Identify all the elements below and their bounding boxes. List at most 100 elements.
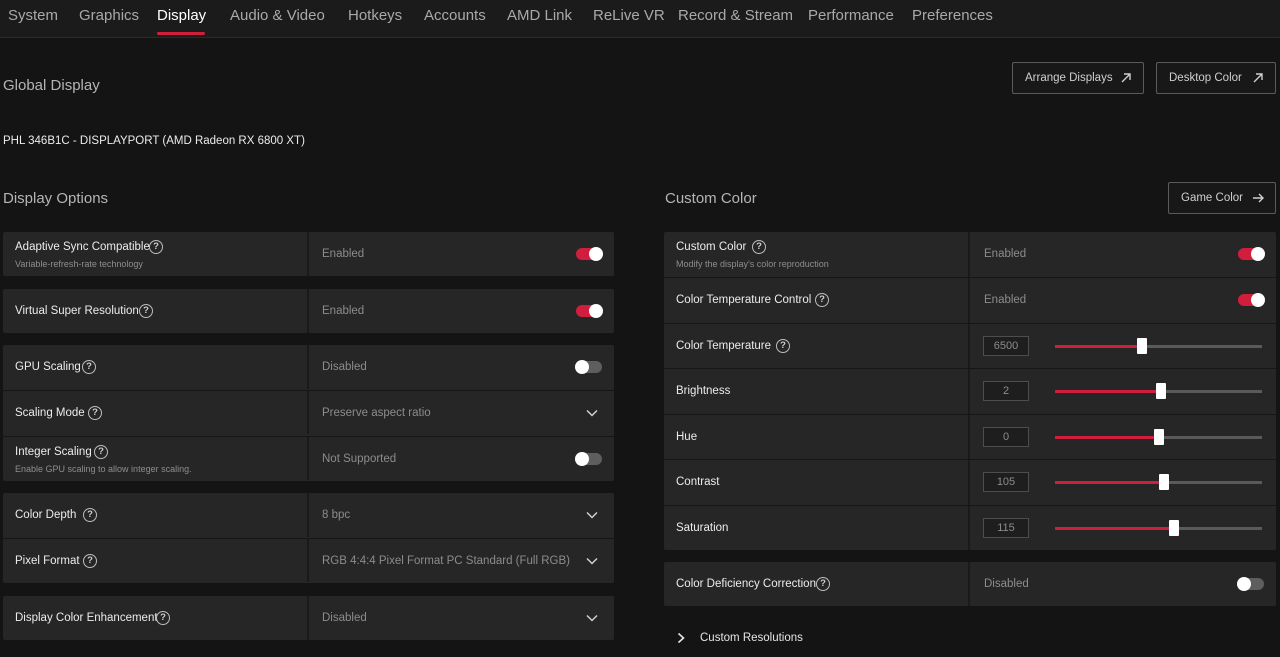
slider-value-box[interactable]: 6500 [983, 336, 1029, 356]
tab-audio-video[interactable]: Audio & Video [230, 7, 325, 24]
custom-color-title: Custom Color [665, 190, 757, 207]
monitor-name: PHL 346B1C - DISPLAYPORT (AMD Radeon RX … [3, 135, 305, 147]
pixel-format-value: RGB 4:4:4 Pixel Format PC Standard (Full… [322, 555, 570, 567]
adaptive-sync-panel: Adaptive Sync Compatible ? Variable-refr… [3, 232, 614, 276]
tab-amd-link[interactable]: AMD Link [507, 7, 572, 24]
slider-thumb[interactable] [1136, 338, 1147, 354]
temp-control-toggle[interactable] [1238, 293, 1265, 307]
slider-row: Saturation 115 [664, 505, 1276, 549]
help-icon[interactable]: ? [83, 554, 97, 568]
vsr-panel: Virtual Super Resolution ? Enabled [3, 289, 614, 333]
deficiency-panel: Color Deficiency Correction ? Disabled [664, 562, 1276, 606]
tab-accounts[interactable]: Accounts [424, 7, 486, 24]
custom-color-row: Custom Color ? Modify the display's colo… [664, 232, 1276, 276]
scaling-mode-row[interactable]: Scaling Mode ? Preserve aspect ratio [3, 390, 614, 434]
chevron-down-icon[interactable] [585, 508, 599, 522]
slider-value-box[interactable]: 105 [983, 472, 1029, 492]
pixel-format-row[interactable]: Pixel Format ? RGB 4:4:4 Pixel Format PC… [3, 538, 614, 582]
saturation-slider[interactable] [1055, 520, 1262, 536]
chevron-down-icon[interactable] [585, 406, 599, 420]
deficiency-row: Color Deficiency Correction ? Disabled [664, 562, 1276, 606]
color-enhancement-label: Display Color Enhancement [15, 612, 158, 624]
integer-scaling-value: Not Supported [322, 453, 397, 465]
slider-value-box[interactable]: 2 [983, 381, 1029, 401]
desktop-color-button[interactable]: Desktop Color [1156, 62, 1276, 94]
arrow-right-icon [1253, 193, 1264, 203]
slider-label: Contrast [676, 476, 720, 488]
deficiency-toggle[interactable] [1237, 577, 1264, 591]
color-depth-label: Color Depth [15, 509, 77, 521]
arrange-displays-label: Arrange Displays [1025, 72, 1113, 84]
scaling-mode-label: Scaling Mode [15, 407, 85, 419]
slider-value-box[interactable]: 0 [983, 427, 1029, 447]
color-depth-row[interactable]: Color Depth ? 8 bpc [3, 493, 614, 537]
scaling-mode-value: Preserve aspect ratio [322, 407, 431, 419]
slider-row: Hue 0 [664, 414, 1276, 458]
tab-record-stream[interactable]: Record & Stream [678, 7, 793, 24]
pixel-format-label: Pixel Format [15, 555, 80, 567]
external-arrow-icon [1253, 73, 1263, 83]
slider-thumb[interactable] [1169, 520, 1180, 536]
gpu-scaling-label: GPU Scaling [15, 361, 81, 373]
help-icon[interactable]: ? [94, 445, 108, 459]
tab-relive-vr[interactable]: ReLive VR [593, 7, 665, 24]
custom-resolutions-expander[interactable]: Custom Resolutions [676, 632, 803, 644]
gpu-scaling-toggle[interactable] [575, 360, 602, 374]
adaptive-sync-row: Adaptive Sync Compatible ? Variable-refr… [3, 232, 614, 276]
vsr-row: Virtual Super Resolution ? Enabled [3, 289, 614, 333]
help-icon[interactable]: ? [156, 611, 170, 625]
help-icon[interactable]: ? [752, 240, 766, 254]
integer-scaling-row: Integer Scaling ? Enable GPU scaling to … [3, 436, 614, 480]
slider-value-box[interactable]: 115 [983, 518, 1029, 538]
tab-display[interactable]: Display [157, 7, 206, 24]
tab-performance[interactable]: Performance [808, 7, 894, 24]
help-icon[interactable]: ? [815, 293, 829, 307]
integer-scaling-label: Integer Scaling [15, 446, 92, 458]
chevron-down-icon[interactable] [585, 611, 599, 625]
tab-graphics[interactable]: Graphics [79, 7, 139, 24]
slider-thumb[interactable] [1153, 429, 1164, 445]
adaptive-sync-toggle[interactable] [576, 247, 603, 261]
integer-scaling-sub: Enable GPU scaling to allow integer scal… [15, 464, 192, 474]
tab-hotkeys[interactable]: Hotkeys [348, 7, 402, 24]
help-icon[interactable]: ? [83, 508, 97, 522]
help-icon[interactable]: ? [139, 304, 153, 318]
contrast-slider[interactable] [1055, 474, 1262, 490]
chevron-down-icon[interactable] [585, 554, 599, 568]
color-enhancement-row[interactable]: Display Color Enhancement ? Disabled [3, 596, 614, 640]
temp-control-row: Color Temperature Control ? Enabled [664, 277, 1276, 321]
help-icon[interactable]: ? [88, 406, 102, 420]
slider-thumb[interactable] [1155, 383, 1166, 399]
external-arrow-icon [1121, 73, 1131, 83]
brightness-slider[interactable] [1055, 383, 1262, 399]
gpu-scaling-value: Disabled [322, 361, 367, 373]
tab-preferences[interactable]: Preferences [912, 7, 993, 24]
arrange-displays-button[interactable]: Arrange Displays [1012, 62, 1144, 94]
color-temperature-slider[interactable] [1055, 338, 1262, 354]
vsr-toggle[interactable] [576, 304, 603, 318]
chevron-right-icon [677, 632, 685, 644]
custom-color-value: Enabled [984, 248, 1027, 260]
deficiency-value: Disabled [984, 578, 1029, 590]
top-nav: System Graphics Display Audio & Video Ho… [0, 0, 1280, 38]
deficiency-label: Color Deficiency Correction [676, 578, 816, 590]
global-display-title: Global Display [3, 77, 100, 94]
slider-row: Color Temperature ? 6500 [664, 323, 1276, 367]
slider-label: Saturation [676, 522, 729, 534]
help-icon[interactable]: ? [149, 240, 163, 254]
adaptive-sync-label: Adaptive Sync Compatible [15, 241, 150, 253]
help-icon[interactable]: ? [776, 339, 790, 353]
game-color-button[interactable]: Game Color [1168, 182, 1276, 214]
integer-scaling-toggle[interactable] [575, 452, 602, 466]
slider-row: Brightness 2 [664, 368, 1276, 412]
temp-control-label: Color Temperature Control [676, 294, 812, 306]
help-icon[interactable]: ? [82, 360, 96, 374]
tab-system[interactable]: System [8, 7, 58, 24]
game-color-label: Game Color [1181, 192, 1243, 204]
custom-color-toggle[interactable] [1238, 247, 1265, 261]
slider-label: Brightness [676, 385, 731, 397]
hue-slider[interactable] [1055, 429, 1262, 445]
help-icon[interactable]: ? [816, 577, 830, 591]
gpu-scaling-row: GPU Scaling ? Disabled [3, 345, 614, 389]
slider-thumb[interactable] [1158, 474, 1169, 490]
